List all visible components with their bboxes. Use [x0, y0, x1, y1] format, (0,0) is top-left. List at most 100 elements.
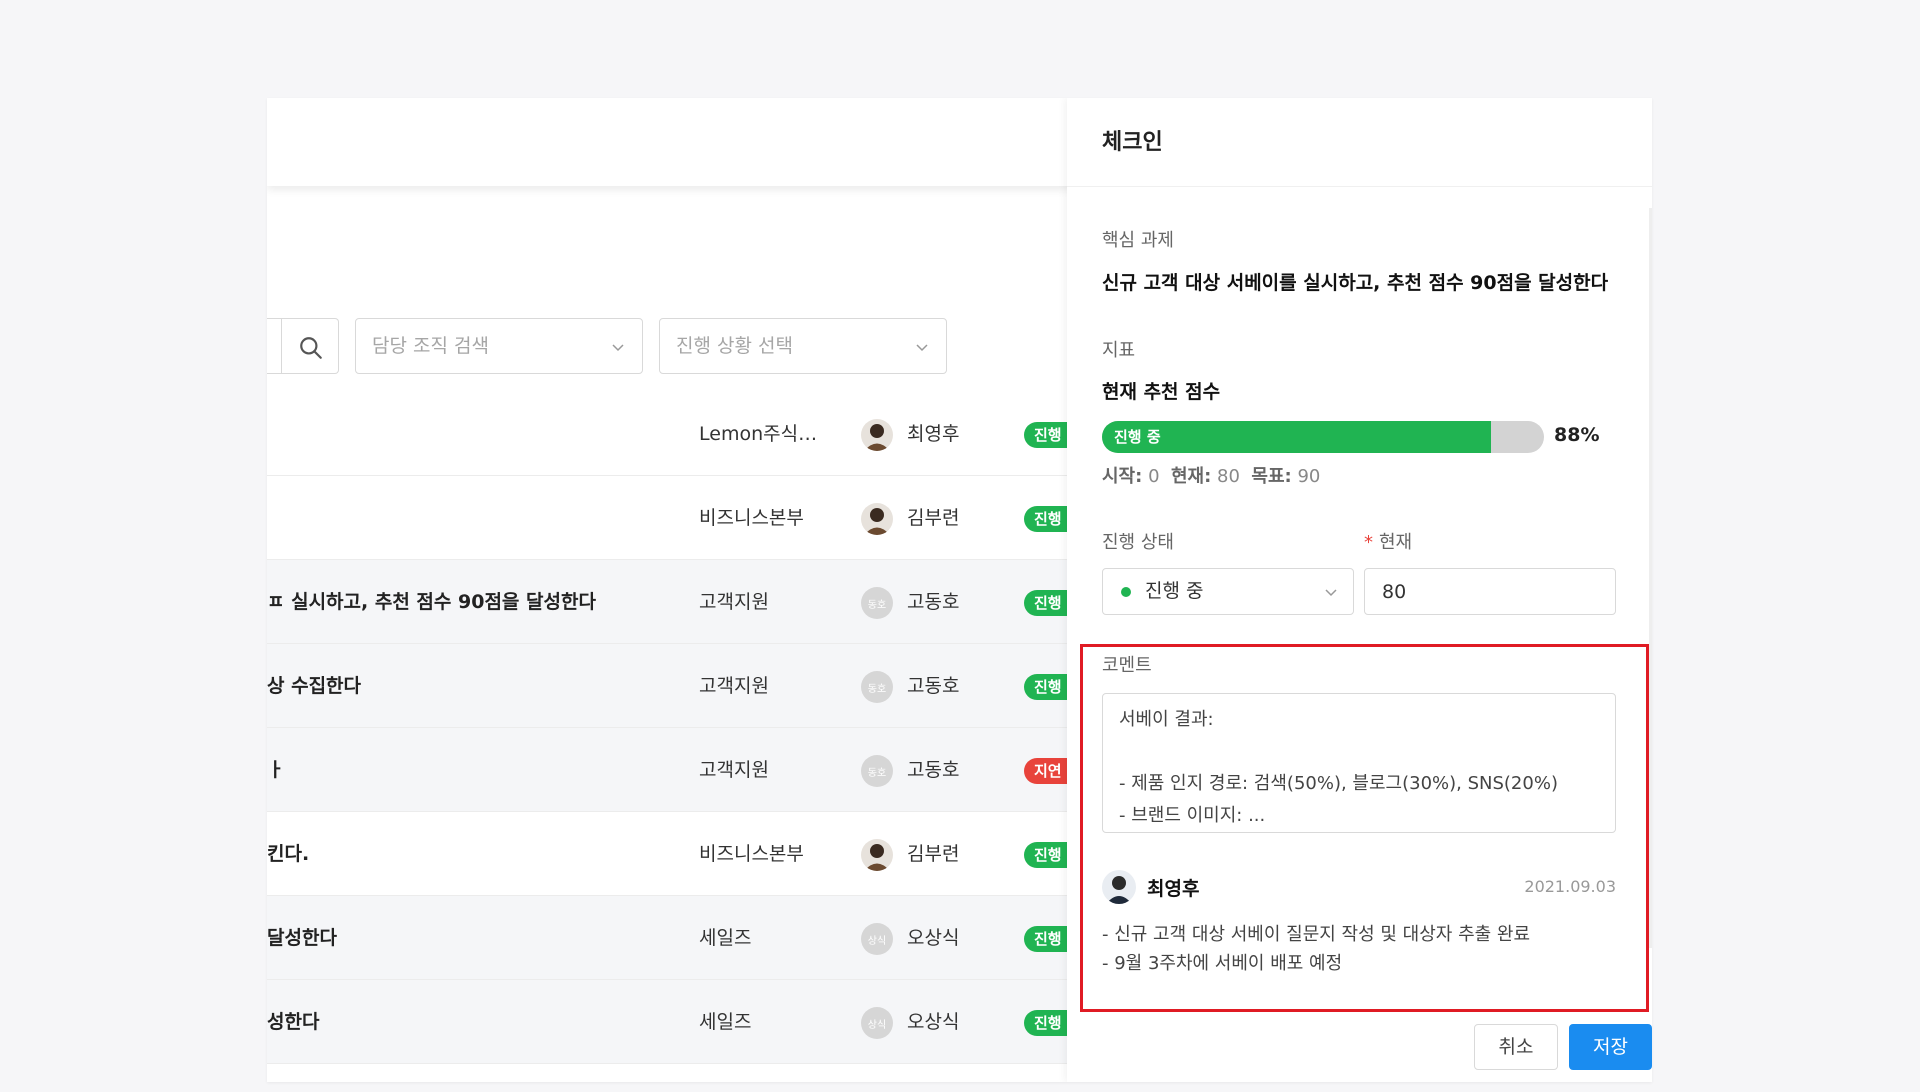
search-icon	[300, 337, 322, 359]
chevron-down-icon	[916, 344, 928, 352]
org-name: 고객지원	[699, 675, 769, 697]
divider	[1067, 186, 1652, 187]
owner-name: 고동호	[907, 759, 960, 781]
progress-bar: 진행 중	[1102, 421, 1544, 453]
avatar: 동호	[861, 587, 893, 619]
metric-label: 지표	[1102, 340, 1136, 361]
divider	[281, 319, 282, 373]
org-search-placeholder: 담당 조직 검색	[372, 335, 489, 357]
status-badge: 진행	[1024, 422, 1072, 448]
table-row[interactable]: 달성한다 세일즈 상식 오상식 진행	[267, 896, 1072, 980]
table-row[interactable]: 상 수집한다 고객지원 동호 고동호 진행	[267, 644, 1072, 728]
comment-author: 최영후	[1147, 878, 1200, 900]
okr-app: 담당 조직 검색 진행 상황 선택 Lemon주식… 최영후 진행 비즈니스본부 김부련…	[267, 98, 1652, 1082]
metric-text: 현재 추천 점수	[1102, 381, 1221, 403]
avatar-initials: 상식	[867, 935, 887, 947]
status-filter-select[interactable]: 진행 상황 선택	[659, 318, 947, 374]
table-row[interactable]: Lemon주식… 최영후 진행	[267, 392, 1072, 476]
owner-name: 고동호	[907, 675, 960, 697]
table-row[interactable]: 킨다. 비즈니스본부 김부련 진행	[267, 812, 1072, 896]
comment-date: 2021.09.03	[1524, 877, 1616, 896]
org-name: Lemon주식…	[699, 423, 818, 445]
org-name: 고객지원	[699, 591, 769, 613]
avatar: 동호	[861, 671, 893, 703]
user-photo-icon	[861, 503, 893, 535]
current-value: 80	[1217, 466, 1240, 487]
objective-list: Lemon주식… 최영후 진행 비즈니스본부 김부련 진행 ㅍ 실시하고, 추천 점수 90…	[267, 392, 1072, 1064]
avatar-initials: 동호	[867, 683, 887, 695]
start-value: 0	[1148, 466, 1160, 487]
user-photo-icon	[861, 419, 893, 451]
current-value-input[interactable]	[1364, 568, 1616, 615]
status-badge: 진행	[1024, 926, 1072, 952]
avatar-initials: 상식	[867, 1019, 887, 1031]
objective-name: 상 수집한다	[267, 675, 362, 697]
chevron-down-icon	[612, 344, 624, 352]
status-dot-icon	[1121, 587, 1131, 597]
comment-label: 코멘트	[1102, 655, 1152, 676]
comment-line: - 신규 고객 대상 서베이 질문지 작성 및 대상자 추출 완료	[1102, 924, 1531, 945]
org-name: 세일즈	[699, 1011, 752, 1033]
target-label: 목표:	[1251, 466, 1292, 487]
save-button[interactable]: 저장	[1569, 1024, 1652, 1070]
objective-name: 성한다	[267, 1011, 320, 1033]
objective-name: 달성한다	[267, 927, 337, 949]
progress-label: 진행 중	[1114, 428, 1161, 446]
org-name: 비즈니스본부	[699, 843, 804, 865]
required-mark: *	[1364, 532, 1373, 553]
owner-name: 김부련	[907, 843, 960, 865]
owner-name: 오상식	[907, 1011, 960, 1033]
avatar: 상식	[861, 1007, 893, 1039]
search-button[interactable]	[267, 318, 339, 374]
current-field-label: * 현재	[1364, 528, 1412, 554]
avatar	[861, 503, 893, 535]
avatar: 동호	[861, 755, 893, 787]
objective-name: ㅏ	[267, 759, 285, 781]
key-task-text: 신규 고객 대상 서베이를 실시하고, 추천 점수 90점을 달성한다	[1102, 272, 1609, 294]
panel-title: 체크인	[1102, 130, 1163, 155]
progress-percent: 88%	[1554, 424, 1600, 446]
comment-line: - 9월 3주차에 서베이 배포 예정	[1102, 953, 1343, 974]
owner-name: 오상식	[907, 927, 960, 949]
org-name: 세일즈	[699, 927, 752, 949]
org-search-select[interactable]: 담당 조직 검색	[355, 318, 643, 374]
status-badge: 진행	[1024, 1010, 1072, 1036]
chevron-down-icon	[1325, 589, 1337, 597]
objective-name: ㅍ 실시하고, 추천 점수 90점을 달성한다	[267, 591, 596, 613]
owner-name: 최영후	[907, 423, 960, 445]
avatar	[861, 839, 893, 871]
metric-meta: 시작: 0 현재: 80 목표: 90	[1102, 462, 1320, 488]
checkin-panel: 체크인 핵심 과제 신규 고객 대상 서베이를 실시하고, 추천 점수 90점을…	[1067, 98, 1652, 1082]
avatar	[1102, 870, 1136, 904]
table-row[interactable]: ㅍ 실시하고, 추천 점수 90점을 달성한다 고객지원 동호 고동호 진행	[267, 560, 1072, 644]
cancel-button[interactable]: 취소	[1474, 1024, 1558, 1070]
start-label: 시작:	[1102, 466, 1143, 487]
org-name: 비즈니스본부	[699, 507, 804, 529]
status-badge: 진행	[1024, 842, 1072, 868]
key-task-label: 핵심 과제	[1102, 230, 1174, 251]
table-row[interactable]: ㅏ 고객지원 동호 고동호 지연	[267, 728, 1072, 812]
avatar: 상식	[861, 923, 893, 955]
target-value: 90	[1297, 466, 1321, 487]
status-select-value: 진행 중	[1145, 580, 1204, 602]
status-badge: 진행	[1024, 674, 1072, 700]
user-photo-icon	[1102, 870, 1136, 904]
owner-name: 고동호	[907, 591, 960, 613]
status-badge: 지연	[1024, 758, 1072, 784]
comment-textarea[interactable]: 서베이 결과: - 제품 인지 경로: 검색(50%), 블로그(30%), S…	[1102, 693, 1616, 833]
status-badge: 진행	[1024, 506, 1072, 532]
org-name: 고객지원	[699, 759, 769, 781]
user-photo-icon	[861, 839, 893, 871]
avatar-initials: 동호	[867, 767, 887, 779]
table-row[interactable]: 성한다 세일즈 상식 오상식 진행	[267, 980, 1072, 1064]
current-label: 현재:	[1170, 466, 1212, 487]
table-row[interactable]: 비즈니스본부 김부련 진행	[267, 476, 1072, 560]
status-select[interactable]: 진행 중	[1102, 568, 1354, 615]
objective-name: 킨다.	[267, 843, 310, 865]
owner-name: 김부련	[907, 507, 960, 529]
status-label: 진행 상태	[1102, 532, 1174, 553]
status-badge: 진행	[1024, 590, 1072, 616]
comment-body: - 신규 고객 대상 서베이 질문지 작성 및 대상자 추출 완료 - 9월 3…	[1102, 920, 1530, 978]
avatar-initials: 동호	[867, 599, 887, 611]
scrollbar[interactable]	[1649, 208, 1652, 948]
